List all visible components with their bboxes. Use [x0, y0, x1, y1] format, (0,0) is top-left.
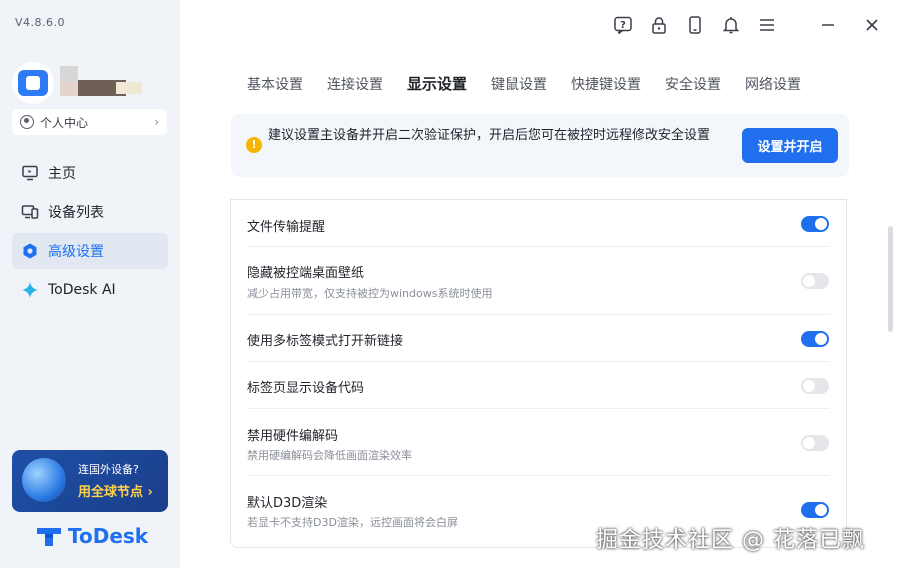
- setting-title: 使用多标签模式打开新链接: [247, 334, 404, 349]
- toggle-switch[interactable]: [801, 378, 829, 394]
- personal-center-label: 个人中心: [40, 115, 89, 130]
- warning-icon: !: [246, 137, 262, 153]
- menu-icon[interactable]: [754, 12, 780, 38]
- sidebar-item-label: 高级设置: [48, 244, 104, 260]
- global-node-promo[interactable]: 连国外设备? 用全球节点 ›: [12, 450, 168, 512]
- setting-row-disable-hw-codec: 禁用硬件编解码 禁用硬编解码会降低画面渲染效率: [231, 409, 846, 476]
- promo-line2: 用全球节点 ›: [78, 485, 153, 500]
- setting-desc: 减少占用带宽，仅支持被控为windows系统时使用: [247, 287, 493, 300]
- setting-title: 隐藏被控端桌面壁纸: [247, 266, 365, 281]
- brand-name: ToDesk: [68, 524, 149, 548]
- sidebar-item-label: 主页: [48, 166, 76, 182]
- tab-keyboard-mouse[interactable]: 键鼠设置: [491, 74, 547, 94]
- svg-text:?: ?: [620, 20, 626, 31]
- security-banner: ! 建议设置主设备并开启二次验证保护，开启后您可在被控时远程修改安全设置 设置并…: [231, 114, 849, 177]
- toggle-switch[interactable]: [801, 273, 829, 289]
- promo-line1: 连国外设备?: [78, 463, 139, 476]
- gear-icon: [20, 241, 40, 261]
- globe-icon: [22, 458, 66, 502]
- chevron-right-icon: ›: [154, 115, 159, 129]
- tab-basic[interactable]: 基本设置: [247, 74, 303, 94]
- sidebar-nav: 主页 设备列表 高级设置 ToDesk AI: [12, 155, 168, 311]
- setting-desc: 禁用硬编解码会降低画面渲染效率: [247, 449, 412, 462]
- sparkle-icon: [20, 280, 40, 300]
- settings-tabs: 基本设置 连接设置 显示设置 键鼠设置 快捷键设置 安全设置 网络设置: [247, 74, 825, 94]
- banner-text: 建议设置主设备并开启二次验证保护，开启后您可在被控时远程修改安全设置: [268, 128, 711, 143]
- topbar: ?: [610, 12, 790, 38]
- version-label: V4.8.6.0: [15, 16, 66, 29]
- sidebar: V4.8.6.0 个人中心 › 主页 设备列表 高级设置 ToDesk AI 连…: [0, 0, 180, 568]
- sidebar-item-label: 设备列表: [48, 205, 104, 221]
- lock-icon[interactable]: [646, 12, 672, 38]
- setting-row-hide-wallpaper: 隐藏被控端桌面壁纸 减少占用带宽，仅支持被控为windows系统时使用: [231, 247, 846, 315]
- toggle-switch[interactable]: [801, 502, 829, 518]
- tab-network[interactable]: 网络设置: [745, 74, 801, 94]
- setting-title: 标签页显示设备代码: [247, 381, 365, 396]
- sidebar-item-advanced-settings[interactable]: 高级设置: [12, 233, 168, 269]
- devices-icon: [20, 202, 40, 222]
- todesk-logo-icon: [37, 528, 61, 546]
- bell-icon[interactable]: [718, 12, 744, 38]
- close-icon[interactable]: [859, 12, 885, 38]
- sidebar-item-label: ToDesk AI: [48, 282, 116, 298]
- personal-center-button[interactable]: 个人中心 ›: [12, 109, 167, 135]
- toggle-switch[interactable]: [801, 331, 829, 347]
- tab-display[interactable]: 显示设置: [407, 73, 467, 94]
- sidebar-item-todesk-ai[interactable]: ToDesk AI: [12, 272, 168, 308]
- phone-icon[interactable]: [682, 12, 708, 38]
- toggle-switch[interactable]: [801, 216, 829, 232]
- help-icon[interactable]: ?: [610, 12, 636, 38]
- user-icon: [20, 115, 34, 129]
- tab-security[interactable]: 安全设置: [665, 74, 721, 94]
- minimize-icon[interactable]: [815, 12, 841, 38]
- tab-shortcuts[interactable]: 快捷键设置: [571, 74, 641, 94]
- toggle-switch[interactable]: [801, 435, 829, 451]
- setting-title: 文件传输提醒: [247, 220, 326, 235]
- tab-connection[interactable]: 连接设置: [327, 74, 383, 94]
- avatar[interactable]: [12, 62, 54, 104]
- setting-desc: 若显卡不支持D3D渲染，远控画面将会白屏: [247, 516, 458, 529]
- username-redacted: [60, 66, 146, 96]
- sidebar-item-devices[interactable]: 设备列表: [12, 194, 168, 230]
- scrollbar[interactable]: [888, 226, 893, 332]
- setting-title: 默认D3D渲染: [247, 496, 328, 511]
- setting-row-tab-device-code: 标签页显示设备代码: [231, 362, 846, 409]
- sidebar-item-home[interactable]: 主页: [12, 155, 168, 191]
- brand-logo: ToDesk: [36, 524, 148, 548]
- settings-list: 文件传输提醒 隐藏被控端桌面壁纸 减少占用带宽，仅支持被控为windows系统时…: [230, 199, 847, 548]
- watermark: 掘金技术社区 @ 花落已飘: [596, 528, 865, 553]
- setting-row-file-transfer: 文件传输提醒: [231, 199, 846, 247]
- setting-row-multi-tab: 使用多标签模式打开新链接: [231, 315, 846, 362]
- setup-enable-button[interactable]: 设置并开启: [742, 128, 838, 163]
- setting-title: 禁用硬件编解码: [247, 429, 339, 444]
- monitor-home-icon: [20, 163, 40, 183]
